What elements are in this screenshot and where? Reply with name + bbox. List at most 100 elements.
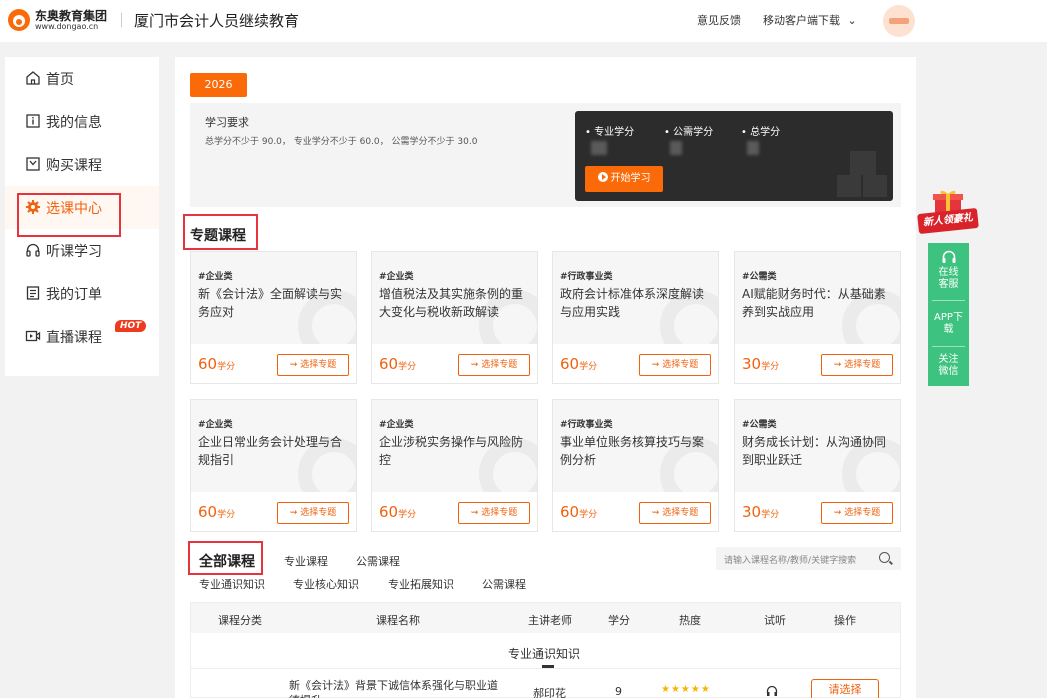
card-title: 企业日常业务会计处理与合规指引 [198,435,343,467]
headset-icon [942,250,955,263]
app-download-label: APP下载 [934,312,963,335]
course-card[interactable]: #公需类 财务成长计划：从沟通协同到职业跃迁 30学分 ⇝ 选择专题 [734,399,901,532]
start-study-label: 开始学习 [610,173,651,184]
card-tag: #企业类 [198,272,233,282]
sidebar-item-my-orders[interactable]: 我的订单 [5,272,159,315]
teacher-name: 郝印花 [533,687,566,698]
select-topic-button[interactable]: ⇝ 选择专题 [458,502,530,524]
subtab-general[interactable]: 专业通识知识 [199,576,265,592]
sidebar-item-home[interactable]: 首页 [5,57,159,100]
select-topic-button[interactable]: ⇝ 选择专题 [639,502,711,524]
top-header: 东奥教育集团 www.dongao.cn 厦门市会计人员继续教育 意见反馈 移动… [0,0,1047,42]
select-topic-button[interactable]: ⇝ 选择专题 [821,354,893,376]
sidebar-item-label: 首页 [46,72,74,88]
cart-box-icon [26,157,40,171]
card-credit: 60学分 [198,503,236,521]
select-topic-button[interactable]: ⇝ 选择专题 [639,354,711,376]
requirements-text: 总学分不少于 90.0， 专业学分不少于 60.0， 公需学分不少于 30.0 [205,137,478,147]
col-credit: 学分 [608,614,630,627]
card-credit: 60学分 [560,355,598,373]
public-credit-value-blurred [670,141,682,155]
card-title: 增值税法及其实施条例的重大变化与税收新政解读 [379,287,524,319]
card-title: 财务成长计划：从沟通协同到职业跃迁 [742,435,887,467]
course-card[interactable]: #企业类 新《会计法》全面解读与实务应对 60学分 ⇝ 选择专题 [190,251,357,384]
subtab-extension[interactable]: 专业拓展知识 [388,576,454,592]
featured-title: 专题课程 [190,228,246,244]
select-course-button[interactable]: 请选择 [811,679,879,698]
online-service-label: 在线客服 [938,267,959,290]
all-courses-title[interactable]: 全部课程 [199,551,255,571]
study-requirements: 学习要求 总学分不少于 90.0， 专业学分不少于 60.0， 公需学分不少于 … [190,103,901,207]
follow-wechat-button[interactable]: 关注微信 [928,354,969,378]
sidebar-item-buy-courses[interactable]: 购买课程 [5,143,159,186]
order-icon [26,286,40,300]
mobile-download-menu[interactable]: 移动客户端下载 ⌄ [763,12,857,28]
group-label: 专业通识知识 [508,647,581,661]
requirements-title: 学习要求 [205,116,249,129]
course-name[interactable]: 新《会计法》背景下诚信体系强化与职业道德提升 [289,678,499,698]
card-tag: #企业类 [198,420,233,430]
course-card[interactable]: #行政事业类 事业单位账务核算技巧与案例分析 60学分 ⇝ 选择专题 [552,399,719,532]
col-name: 课程名称 [376,614,420,627]
feedback-link[interactable]: 意见反馈 [697,12,741,28]
sidebar-item-label: 我的订单 [46,287,102,303]
course-card[interactable]: #企业类 增值税法及其实施条例的重大变化与税收新政解读 60学分 ⇝ 选择专题 [371,251,538,384]
col-teacher: 主讲老师 [528,614,572,627]
start-study-button[interactable]: 开始学习 [585,166,663,192]
total-credit-label: • 总学分 [741,127,781,138]
card-credit: 60学分 [198,355,236,373]
new-user-gift[interactable]: 新人领豪礼 [917,188,979,235]
select-topic-button[interactable]: ⇝ 选择专题 [821,502,893,524]
select-topic-button[interactable]: ⇝ 选择专题 [458,354,530,376]
sidebar-item-label: 购买课程 [46,158,102,174]
course-credit: 9 [615,685,622,698]
info-icon [26,114,40,128]
popularity-stars: ★★★★★ [661,684,711,695]
sidebar-item-label: 直播课程 [46,330,102,346]
mobile-download-label: 移动客户端下载 [763,14,840,27]
home-icon [26,71,40,85]
online-service-button[interactable]: 在线客服 [928,249,969,291]
course-card[interactable]: #行政事业类 政府会计标准体系深度解读与应用实践 60学分 ⇝ 选择专题 [552,251,719,384]
course-card[interactable]: #企业类 企业涉税实务操作与风险防控 60学分 ⇝ 选择专题 [371,399,538,532]
dongao-logo-icon [8,9,30,31]
card-tag: #公需类 [742,272,777,282]
total-credit-value-blurred [747,141,759,155]
search-input[interactable]: 请输入课程名称/教师/关键字搜索 [724,553,856,566]
col-category: 课程分类 [218,614,262,627]
dongao-logo[interactable]: 东奥教育集团 www.dongao.cn [7,5,117,35]
site-title: 厦门市会计人员继续教育 [134,12,300,30]
user-avatar[interactable] [883,5,915,37]
headphones-icon[interactable] [766,685,778,697]
year-tab[interactable]: 2026 [190,73,247,97]
card-tag: #行政事业类 [560,420,613,430]
card-credit: 30学分 [742,355,780,373]
tab-professional[interactable]: 专业课程 [284,553,328,569]
card-tag: #行政事业类 [560,272,613,282]
select-topic-button[interactable]: ⇝ 选择专题 [277,354,349,376]
card-credit: 30学分 [742,503,780,521]
logo-url: www.dongao.cn [35,22,99,31]
course-card[interactable]: #公需类 AI赋能财务时代：从基础素养到实战应用 30学分 ⇝ 选择专题 [734,251,901,384]
course-card[interactable]: #企业类 企业日常业务会计处理与合规指引 60学分 ⇝ 选择专题 [190,399,357,532]
course-search[interactable]: 请输入课程名称/教师/关键字搜索 [716,547,901,570]
main-panel: 2026 学习要求 总学分不少于 90.0， 专业学分不少于 60.0， 公需学… [175,57,916,698]
follow-wechat-label: 关注微信 [938,354,959,377]
subtab-public[interactable]: 公需课程 [482,576,526,592]
hot-badge: HOT [115,320,147,332]
live-camera-icon [25,330,41,342]
sidebar-item-my-info[interactable]: 我的信息 [5,100,159,143]
active-item-highlight [17,193,121,237]
pro-credit-label: • 专业学分 [585,127,635,138]
card-title: AI赋能财务时代：从基础素养到实战应用 [742,287,886,319]
card-title: 新《会计法》全面解读与实务应对 [198,287,343,319]
subtab-core[interactable]: 专业核心知识 [293,576,359,592]
select-topic-button[interactable]: ⇝ 选择专题 [277,502,349,524]
float-toolbar: 在线客服 APP下载 关注微信 [928,243,969,386]
search-icon[interactable] [879,552,890,563]
tab-public[interactable]: 公需课程 [356,553,400,569]
app-download-button[interactable]: APP下载 [928,312,969,336]
cube-decoration [837,175,861,197]
collapse-marker [542,665,554,668]
sidebar-item-label: 听课学习 [46,244,102,260]
